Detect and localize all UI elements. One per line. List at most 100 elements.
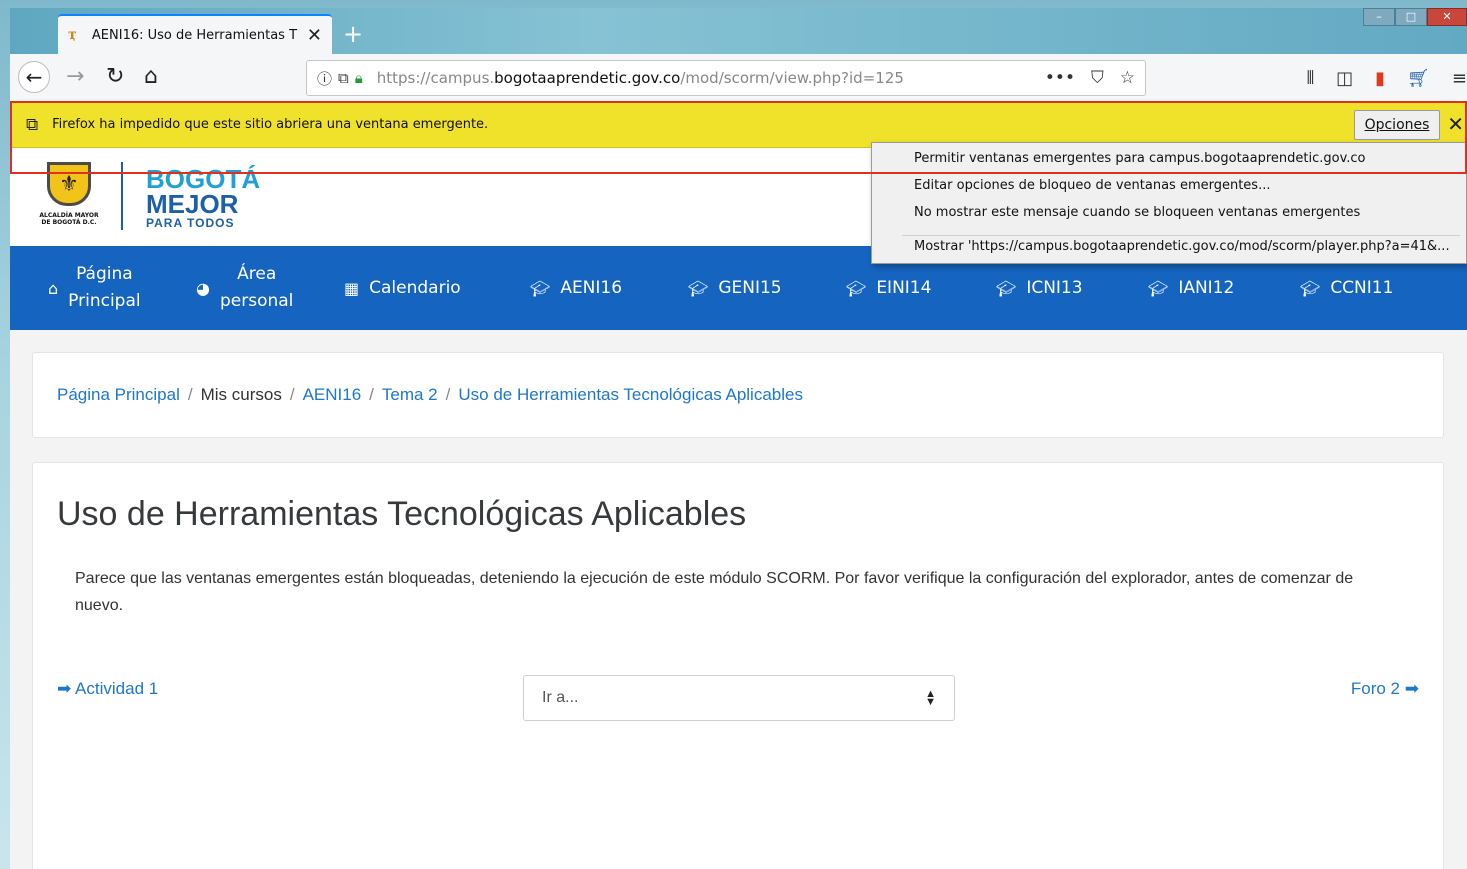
eagle-crest-icon: ⚜ (47, 162, 91, 206)
bookmark-star-icon[interactable]: ☆ (1120, 68, 1135, 88)
menu-item-allow-popups[interactable]: Permitir ventanas emergentes para campus… (914, 151, 1366, 166)
breadcrumb-link[interactable]: Uso de Herramientas Tecnológicas Aplicab… (458, 385, 803, 404)
next-activity-link[interactable]: Foro 2 ➡ (1351, 679, 1419, 699)
graduation-cap-icon: 🎓︎ (1300, 278, 1321, 298)
info-icon[interactable]: ⓘ (317, 68, 332, 89)
cart-icon[interactable]: 🛒︎ (1407, 68, 1430, 89)
breadcrumb-separator: / (289, 385, 295, 404)
breadcrumb-link[interactable]: Página Principal (57, 385, 180, 404)
site-favicon-icon: ҭ (68, 27, 77, 43)
url-domain: bogotaaprendetic.gov.co (494, 69, 681, 87)
nav-item-calendario[interactable]: ▦ Calendario (344, 278, 461, 298)
menu-separator (902, 235, 1460, 236)
jump-select-value: Ir a... (542, 689, 579, 706)
breadcrumb-link[interactable]: AENI16 (303, 385, 362, 404)
lock-icon[interactable]: 🔒︎ (355, 69, 363, 87)
nav-label: Principal (68, 291, 141, 311)
nav-label: IANI12 (1178, 278, 1235, 298)
forward-arrow-icon[interactable]: → (66, 64, 84, 90)
brand-main: MEJOR (146, 189, 239, 219)
arrow-right-icon: ➡ (1404, 679, 1419, 698)
sidebar-icon[interactable]: ◫ (1336, 68, 1353, 89)
popup-blocked-icon: ⧉ (26, 114, 39, 135)
graduation-cap-icon: 🎓︎ (846, 278, 867, 298)
breadcrumb-separator: / (187, 385, 193, 404)
window-close-button[interactable]: ✕ (1427, 8, 1467, 26)
nav-label-stack: Página Principal (68, 261, 140, 315)
browser-window: ҭ AENI16: Uso de Herramientas T ✕ + – □ … (10, 8, 1467, 869)
navigation-toolbar: ← → ↻ ⌂ ⓘ ⧉ 🔒︎ https://campus.bogotaapre… (10, 54, 1467, 102)
graduation-cap-icon: 🎓︎ (530, 278, 551, 298)
graduation-cap-icon: 🎓︎ (1148, 278, 1169, 298)
minimize-button[interactable]: – (1363, 8, 1395, 26)
nav-item-area-personal[interactable]: ◕ Área personal (196, 261, 293, 315)
nav-label: Área (237, 264, 277, 284)
nav-label: personal (219, 291, 294, 311)
nav-label: Página (76, 264, 133, 284)
prev-activity-link[interactable]: ➡ Actividad 1 (57, 679, 158, 699)
nav-item-pagina-principal[interactable]: ⌂ Página Principal (48, 261, 141, 315)
bogota-mejor-logo[interactable]: BOGOTÁ MEJOR PARA TODOS (146, 166, 260, 230)
nav-label: AENI16 (560, 278, 623, 298)
prev-activity-label: Actividad 1 (75, 679, 159, 698)
window-controls: – □ ✕ (1363, 8, 1467, 26)
notification-close-icon[interactable]: ✕ (1447, 112, 1464, 136)
extension-icon[interactable]: ▮ (1375, 68, 1385, 89)
home-icon[interactable]: ⌂ (144, 64, 158, 90)
graduation-cap-icon: 🎓︎ (996, 278, 1017, 298)
nav-label-stack: Área personal (220, 261, 293, 315)
reload-icon[interactable]: ↻ (106, 64, 124, 90)
next-activity-label: Foro 2 (1350, 679, 1401, 698)
activity-card: Uso de Herramientas Tecnológicas Aplicab… (32, 462, 1444, 869)
arrow-left-icon: ➡ (57, 679, 72, 698)
url-path: /mod/scorm/view.php?id=125 (680, 69, 904, 87)
breadcrumb: Página Principal / Mis cursos / AENI16 / Tema … (32, 352, 1444, 438)
nav-item-aeni16[interactable]: 🎓︎ AENI16 (530, 278, 622, 298)
breadcrumb-separator: / (369, 385, 374, 404)
breadcrumb-text: Mis cursos (200, 385, 282, 404)
tab-close-icon[interactable]: ✕ (307, 25, 322, 46)
popup-blocked-icon[interactable]: ⧉ (338, 69, 349, 87)
nav-item-icni13[interactable]: 🎓︎ ICNI13 (996, 278, 1083, 298)
tab-title: AENI16: Uso de Herramientas T (91, 27, 298, 43)
select-arrows-icon: ▲ ▼ (925, 688, 936, 708)
nav-item-iani12[interactable]: 🎓︎ IANI12 (1148, 278, 1234, 298)
jump-to-select[interactable]: Ir a... ▲ ▼ (523, 675, 955, 721)
url-bar[interactable]: ⓘ ⧉ 🔒︎ https://campus.bogotaaprendetic.g… (306, 60, 1146, 96)
breadcrumb-link[interactable]: Tema 2 (382, 385, 438, 404)
graduation-cap-icon: 🎓︎ (688, 278, 709, 298)
nav-label: EINI14 (876, 278, 932, 298)
url-text[interactable]: https://campus.bogotaaprendetic.gov.co/m… (377, 69, 1045, 87)
nav-item-eini14[interactable]: 🎓︎ EINI14 (846, 278, 931, 298)
more-icon[interactable]: ••• (1045, 68, 1075, 88)
city-crest-logo[interactable]: ⚜ ALCALDÍA MAYOR DE BOGOTÁ D.C. (34, 162, 104, 232)
page-content: Página Principal / Mis cursos / AENI16 / Tema … (10, 330, 1467, 869)
brand-sub: PARA TODOS (146, 216, 235, 230)
menu-item-dont-show-message[interactable]: No mostrar este mensaje cuando se bloque… (914, 205, 1360, 220)
options-button[interactable]: Opciones (1354, 110, 1440, 140)
nav-item-ccni11[interactable]: 🎓︎ CCNI11 (1300, 278, 1393, 298)
menu-item-edit-popup-options[interactable]: Editar opciones de bloqueo de ventanas e… (914, 178, 1270, 193)
popup-options-menu: Permitir ventanas emergentes para campus… (871, 142, 1467, 264)
back-arrow-icon[interactable]: ← (18, 61, 50, 93)
notification-message: Firefox ha impedido que este sitio abrie… (52, 117, 489, 132)
maximize-button[interactable]: □ (1395, 8, 1427, 26)
pocket-icon[interactable]: ⛉ (1091, 68, 1104, 88)
browser-tab[interactable]: ҭ AENI16: Uso de Herramientas T ✕ (58, 14, 332, 54)
home-icon: ⌂ (48, 278, 59, 298)
url-prefix: https://campus. (376, 69, 495, 87)
toolbar-right: ⫴ ◫ ▮ 🛒︎ ≡ (1307, 68, 1467, 89)
new-tab-button[interactable]: + (343, 20, 363, 48)
calendar-icon: ▦ (344, 278, 360, 298)
popup-blocked-message: Parece que las ventanas emergentes están… (75, 570, 1354, 614)
nav-label: ICNI13 (1026, 278, 1083, 298)
nav-label: Calendario (369, 278, 461, 298)
menu-item-show-popup[interactable]: Mostrar 'https://campus.bogotaaprendetic… (914, 239, 1450, 254)
library-icon[interactable]: ⫴ (1307, 68, 1315, 89)
crest-caption: ALCALDÍA MAYOR DE BOGOTÁ D.C. (39, 212, 99, 226)
dashboard-icon: ◕ (196, 278, 210, 298)
menu-icon[interactable]: ≡ (1452, 68, 1467, 89)
nav-item-geni15[interactable]: 🎓︎ GENI15 (688, 278, 782, 298)
breadcrumb-separator: / (445, 385, 451, 404)
brand-divider (121, 162, 123, 230)
